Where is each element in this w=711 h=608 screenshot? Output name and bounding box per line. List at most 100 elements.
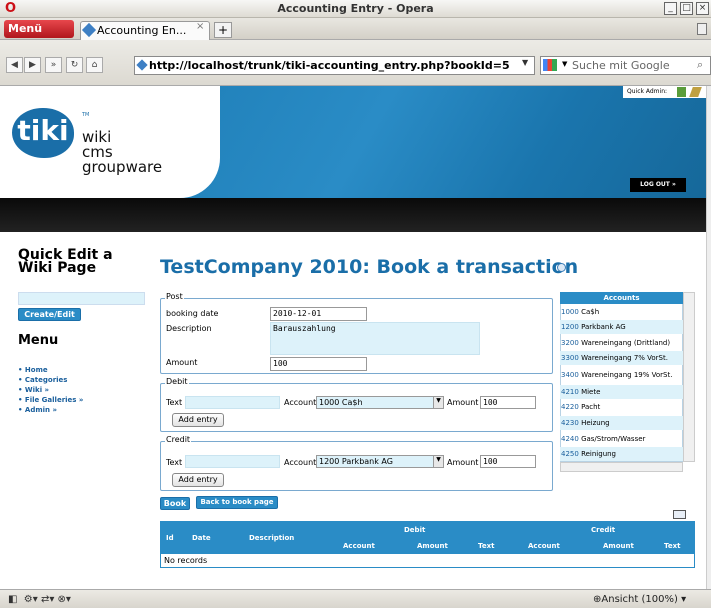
amount-field[interactable]: 100 (270, 357, 367, 371)
table-columns-icon[interactable] (673, 510, 686, 519)
tab-accounting-entry[interactable]: Accounting En... (80, 21, 210, 40)
chevron-down-icon[interactable]: ▼ (433, 456, 443, 467)
column-debit-account[interactable]: Account (343, 542, 375, 550)
menu-item-home[interactable]: • Home (18, 366, 48, 374)
credit-account-label: Account (284, 458, 317, 467)
fast-forward-icon[interactable]: » (45, 57, 62, 73)
trash-icon[interactable] (697, 23, 707, 35)
accounts-vertical-scrollbar[interactable] (683, 292, 695, 462)
account-row[interactable]: 1000 Ca$h (560, 305, 683, 319)
menu-item-label[interactable]: Admin » (25, 406, 57, 414)
account-number[interactable]: 1200 (561, 323, 579, 331)
column-credit-amount[interactable]: Amount (603, 542, 634, 550)
account-row[interactable]: 4250 Reinigung (560, 447, 683, 461)
menu-item-label[interactable]: Wiki » (25, 386, 49, 394)
column-credit-text[interactable]: Text (664, 542, 680, 550)
account-number[interactable]: 3300 (561, 354, 579, 362)
status-panel-icons[interactable]: ◧ ⚙▾ ⇄▾ ⊗▾ (8, 594, 71, 605)
account-name: Miete (581, 388, 601, 396)
close-icon[interactable]: × (696, 2, 709, 15)
new-tab-button[interactable]: + (214, 22, 232, 38)
column-id[interactable]: Id (166, 534, 174, 542)
account-row[interactable]: 4210 Miete (560, 385, 683, 399)
menu-item-admin[interactable]: • Admin » (18, 406, 57, 414)
accounts-horizontal-scrollbar[interactable] (560, 462, 683, 472)
account-row[interactable]: 1200 Parkbank AG (560, 320, 683, 334)
debit-account-select[interactable]: 1000 Ca$h (316, 396, 444, 409)
quick-admin-edit-icon[interactable] (677, 87, 686, 97)
column-credit-account[interactable]: Account (528, 542, 560, 550)
address-dropdown-icon[interactable]: ▼ (522, 58, 528, 67)
opera-menu-button[interactable]: Menü (4, 20, 74, 38)
minimize-icon[interactable]: _ (664, 2, 677, 15)
account-number[interactable]: 4220 (561, 403, 579, 411)
credit-amount-label: Amount (447, 458, 479, 467)
account-row[interactable]: 4230 Heizung (560, 416, 683, 430)
account-number[interactable]: 3400 (561, 371, 579, 379)
menu-title: Menu (18, 333, 59, 348)
quick-edit-input[interactable] (18, 292, 145, 305)
credit-amount-field[interactable]: 100 (480, 455, 536, 468)
menu-item-categories[interactable]: • Categories (18, 376, 67, 384)
debit-add-entry-button[interactable]: Add entry (172, 413, 224, 427)
search-engine-dropdown-icon[interactable]: ▼ (562, 60, 567, 68)
search-icon[interactable]: ⌕ (697, 58, 703, 72)
debit-account-value: 1000 Ca$h (319, 398, 363, 407)
quick-edit-title: Quick Edit a Wiki Page (18, 247, 113, 276)
credit-account-select[interactable]: 1200 Parkbank AG (316, 455, 444, 468)
account-row[interactable]: 3300 Wareneingang 7% VorSt. (560, 351, 683, 365)
account-number[interactable]: 4230 (561, 419, 579, 427)
account-number[interactable]: 4210 (561, 388, 579, 396)
booking-date-field[interactable]: 2010-12-01 (270, 307, 367, 321)
forward-icon[interactable]: ▶ (24, 57, 41, 73)
menu-item-label[interactable]: Categories (25, 376, 68, 384)
post-legend: Post (165, 292, 184, 301)
credit-text-field[interactable] (185, 455, 280, 468)
book-button[interactable]: Book (160, 497, 190, 510)
account-row[interactable]: 4220 Pacht (560, 400, 683, 414)
column-description[interactable]: Description (249, 534, 294, 542)
google-icon[interactable] (543, 59, 557, 71)
column-debit-amount[interactable]: Amount (417, 542, 448, 550)
debit-text-field[interactable] (185, 396, 280, 409)
tiki-logo[interactable]: tiki (12, 108, 74, 158)
credit-account-value: 1200 Parkbank AG (319, 457, 393, 466)
description-field[interactable]: Barauszahlung (270, 322, 480, 355)
account-name: Gas/Strom/Wasser (581, 435, 646, 443)
header-banner (146, 86, 706, 198)
account-row[interactable]: 4240 Gas/Strom/Wasser (560, 432, 683, 446)
help-icon[interactable] (557, 263, 566, 272)
maximize-icon[interactable]: □ (680, 2, 693, 15)
zoom-control[interactable]: ⊕Ansicht (100%) ▾ (593, 594, 686, 605)
create-edit-button[interactable]: Create/Edit (18, 308, 81, 321)
account-number[interactable]: 3200 (561, 339, 579, 347)
account-name: Wareneingang 7% VorSt. (581, 354, 668, 362)
column-debit-text[interactable]: Text (478, 542, 494, 550)
page-scrollbar[interactable] (706, 86, 711, 589)
account-row[interactable]: 3200 Wareneingang (Drittland) (560, 336, 683, 350)
account-number[interactable]: 4250 (561, 450, 579, 458)
column-date[interactable]: Date (192, 534, 211, 542)
address-field[interactable]: http://localhost/trunk/tiki-accounting_e… (134, 56, 535, 75)
home-icon[interactable]: ⌂ (86, 57, 103, 73)
debit-amount-field[interactable]: 100 (480, 396, 536, 409)
account-row[interactable]: 3400 Wareneingang 19% VorSt. (560, 368, 683, 382)
menu-item-label[interactable]: File Galleries » (25, 396, 84, 404)
credit-add-entry-button[interactable]: Add entry (172, 473, 224, 487)
tab-close-icon[interactable]: × (196, 21, 204, 32)
account-name: Wareneingang (Drittland) (581, 339, 671, 347)
account-number[interactable]: 4240 (561, 435, 579, 443)
table-row: No records (160, 554, 695, 568)
menu-item-file-galleries[interactable]: • File Galleries » (18, 396, 83, 404)
account-name: Reinigung (581, 450, 617, 458)
chevron-down-icon[interactable]: ▼ (433, 397, 443, 408)
back-icon[interactable]: ◀ (6, 57, 23, 73)
reload-icon[interactable]: ↻ (66, 57, 83, 73)
window-title: Accounting Entry - Opera (277, 2, 434, 15)
logout-button[interactable]: LOG OUT » (630, 178, 686, 192)
account-number[interactable]: 1000 (561, 308, 579, 316)
back-to-book-page-button[interactable]: Back to book page (196, 496, 278, 509)
amount-label: Amount (166, 358, 198, 367)
menu-item-wiki[interactable]: • Wiki » (18, 386, 49, 394)
menu-item-label[interactable]: Home (25, 366, 48, 374)
